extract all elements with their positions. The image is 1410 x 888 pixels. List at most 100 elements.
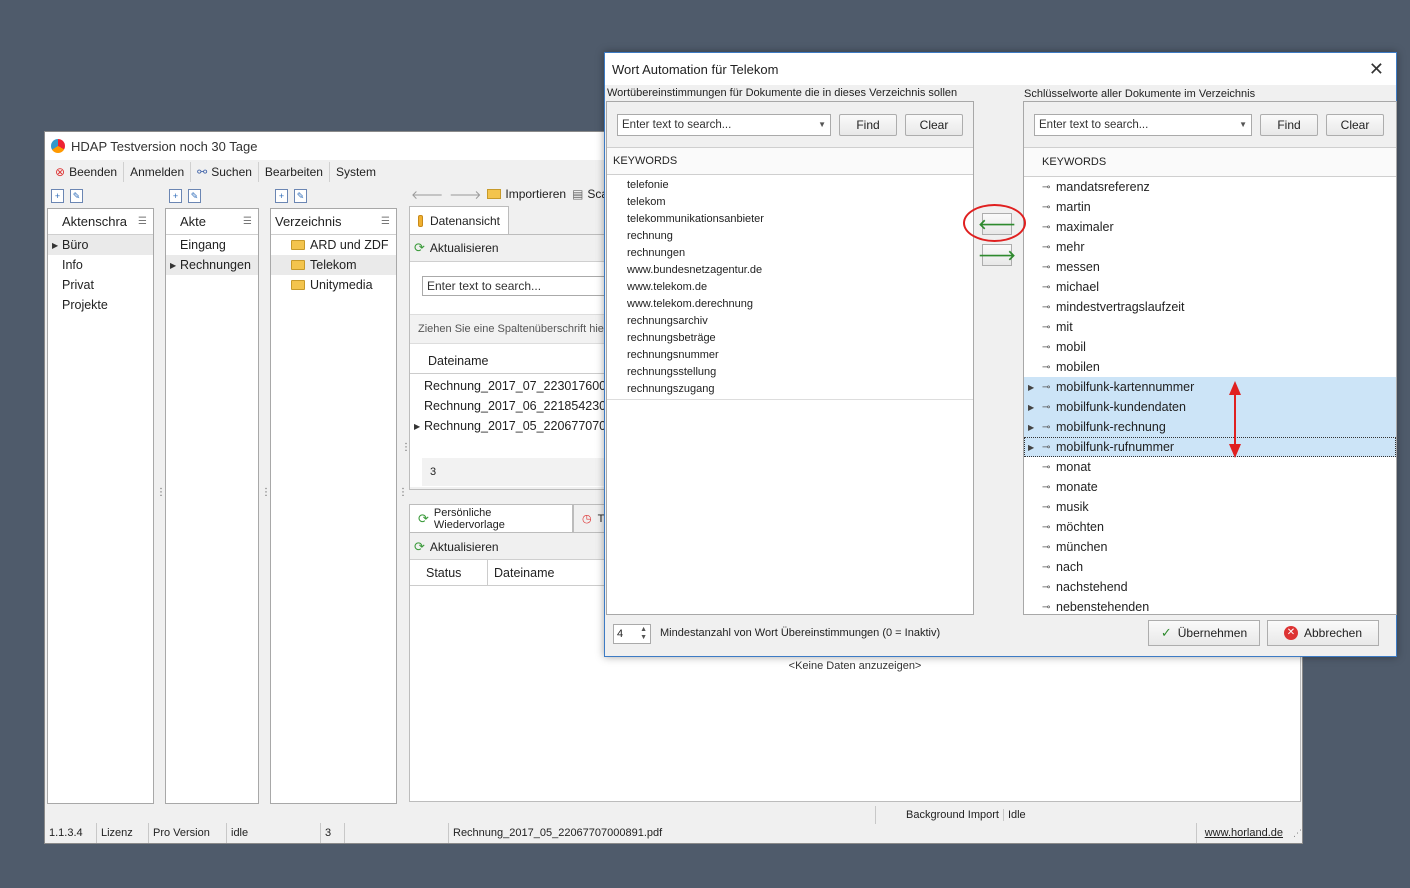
right-clear-button[interactable]: Clear: [1326, 113, 1384, 136]
column-status[interactable]: Status: [410, 560, 488, 585]
left-find-button[interactable]: Find: [839, 113, 897, 136]
menu-beenden[interactable]: ⊗ Beenden: [49, 162, 125, 182]
menu-anmelden[interactable]: Anmelden: [124, 162, 192, 182]
right-keyword-item[interactable]: ⊸ maximaler: [1024, 217, 1396, 237]
cancel-button[interactable]: ✕ Abbrechen: [1267, 620, 1379, 646]
folder-icon: [291, 280, 305, 290]
splitter-handle[interactable]: ⋮: [398, 487, 408, 498]
left-keywords-column[interactable]: KEYWORDS: [607, 148, 973, 175]
akte-item[interactable]: ▶ Rechnungen: [166, 255, 258, 275]
close-icon[interactable]: ✕: [1369, 59, 1384, 80]
left-keyword-item[interactable]: rechnungsstellung: [607, 363, 973, 380]
verzeichnis-item[interactable]: Unitymedia: [271, 275, 396, 295]
right-keyword-item[interactable]: ⊸ mobil: [1024, 337, 1396, 357]
left-keyword-item[interactable]: telekommunikationsanbieter: [607, 210, 973, 227]
left-clear-button[interactable]: Clear: [905, 113, 963, 136]
key-icon: ⊸: [1042, 541, 1051, 553]
aktenschrank-item[interactable]: Projekte: [48, 295, 153, 315]
left-keyword-item[interactable]: rechnungen: [607, 244, 973, 261]
splitter-handle[interactable]: ⋮: [261, 487, 271, 498]
main-toolbar: 🡐 🡒 Importieren ▤Scanne: [411, 184, 628, 204]
chevron-up-icon[interactable]: ▲: [640, 626, 647, 634]
refresh-icon: ⟳: [414, 240, 425, 255]
right-keyword-item[interactable]: ⊸ monat: [1024, 457, 1396, 477]
right-keyword-item[interactable]: ⊸ möchten: [1024, 517, 1396, 537]
right-keyword-item[interactable]: ⊸ münchen: [1024, 537, 1396, 557]
add-icon[interactable]: +: [169, 189, 182, 203]
aktenschrank-header[interactable]: Aktenschra ☰: [48, 209, 153, 235]
menu-bearbeiten[interactable]: Bearbeiten: [259, 162, 330, 182]
right-keyword-item[interactable]: ⊸ mandatsreferenz: [1024, 177, 1396, 197]
refresh-button[interactable]: ⟳ Aktualisieren: [414, 537, 499, 557]
right-keyword-item[interactable]: ⊸ mindestvertragslaufzeit: [1024, 297, 1396, 317]
right-keyword-item[interactable]: ▶ ⊸ mobilfunk-kartennummer: [1024, 377, 1396, 397]
edit-icon[interactable]: ✎: [294, 189, 307, 203]
back-icon[interactable]: 🡐: [411, 187, 443, 202]
keyword-text: mindestvertragslaufzeit: [1056, 300, 1185, 314]
left-keyword-item[interactable]: www.telekom.derechnung: [607, 295, 973, 312]
verzeichnis-item[interactable]: ARD und ZDF: [271, 235, 396, 255]
right-keyword-item[interactable]: ⊸ nebenstehenden: [1024, 597, 1396, 614]
column-dateiname[interactable]: Dateiname: [488, 560, 554, 585]
left-keyword-item[interactable]: rechnungsbeträge: [607, 329, 973, 346]
resize-grip-icon[interactable]: ⋰: [1287, 828, 1302, 839]
keyword-text: nachstehend: [1056, 580, 1128, 594]
left-keyword-item[interactable]: telekom: [607, 193, 973, 210]
row-indicator-icon: ▶: [1028, 422, 1035, 432]
right-search-input[interactable]: Enter text to search... ▼: [1034, 113, 1252, 136]
keyword-text: monat: [1056, 460, 1091, 474]
right-keyword-item[interactable]: ▶ ⊸ mobilfunk-kundendaten: [1024, 397, 1396, 417]
right-keyword-item[interactable]: ⊸ musik: [1024, 497, 1396, 517]
verzeichnis-item[interactable]: Telekom: [271, 255, 396, 275]
min-match-stepper[interactable]: 4 ▲ ▼: [613, 624, 651, 644]
import-button[interactable]: Importieren: [487, 187, 566, 201]
akte-item[interactable]: Eingang: [166, 235, 258, 255]
tab-datenansicht[interactable]: Datenansicht: [409, 206, 509, 234]
apply-button[interactable]: ✓ Übernehmen: [1148, 620, 1260, 646]
refresh-button[interactable]: ⟳ Aktualisieren: [414, 238, 499, 258]
aktenschrank-item[interactable]: Privat: [48, 275, 153, 295]
akte-header[interactable]: Akte ☰: [166, 209, 258, 235]
menu-system[interactable]: System: [330, 162, 382, 182]
key-icon: ⊸: [1042, 601, 1051, 613]
left-keyword-item[interactable]: www.telekom.de: [607, 278, 973, 295]
left-keyword-item[interactable]: rechnung: [607, 227, 973, 244]
move-right-button[interactable]: 🡒: [978, 244, 1016, 266]
right-keyword-item[interactable]: ⊸ nach: [1024, 557, 1396, 577]
verzeichnis-header[interactable]: Verzeichnis ☰: [271, 209, 396, 235]
status-link[interactable]: www.horland.de: [1197, 823, 1287, 843]
right-keyword-item[interactable]: ⊸ mehr: [1024, 237, 1396, 257]
status-license[interactable]: Lizenz: [97, 823, 149, 843]
right-keywords-column[interactable]: KEYWORDS: [1024, 148, 1396, 177]
right-keyword-item[interactable]: ⊸ monate: [1024, 477, 1396, 497]
splitter-handle[interactable]: ⋮: [156, 487, 166, 498]
right-keyword-item[interactable]: ▶ ⊸ mobilfunk-rechnung: [1024, 417, 1396, 437]
left-keyword-item[interactable]: rechnungsarchiv: [607, 312, 973, 329]
left-keyword-item[interactable]: www.bundesnetzagentur.de: [607, 261, 973, 278]
splitter-handle[interactable]: ⋮: [401, 442, 411, 453]
left-search-input[interactable]: Enter text to search... ▼: [617, 113, 831, 136]
min-match-label: Mindestanzahl von Wort Übereinstimmungen…: [660, 627, 941, 639]
right-keyword-item[interactable]: ⊸ michael: [1024, 277, 1396, 297]
edit-icon[interactable]: ✎: [188, 189, 201, 203]
aktenschrank-item[interactable]: Info: [48, 255, 153, 275]
tab-wiedervorlage[interactable]: ⟳ Persönliche Wiedervorlage: [409, 504, 573, 532]
edit-icon[interactable]: ✎: [70, 189, 83, 203]
key-icon: ⊸: [1042, 201, 1051, 213]
left-keyword-item[interactable]: rechnungszugang: [607, 380, 973, 397]
add-icon[interactable]: +: [275, 189, 288, 203]
aktenschrank-item[interactable]: ▶ Büro: [48, 235, 153, 255]
right-keyword-item[interactable]: ⊸ martin: [1024, 197, 1396, 217]
right-keyword-item[interactable]: ⊸ nachstehend: [1024, 577, 1396, 597]
forward-icon[interactable]: 🡒: [449, 187, 481, 202]
right-find-button[interactable]: Find: [1260, 113, 1318, 136]
right-keyword-item[interactable]: ⊸ messen: [1024, 257, 1396, 277]
left-keyword-item[interactable]: telefonie: [607, 176, 973, 193]
right-keyword-item[interactable]: ⊸ mobilen: [1024, 357, 1396, 377]
menu-suchen[interactable]: ⚯ Suchen: [191, 162, 259, 182]
right-keyword-item[interactable]: ▶ ⊸ mobilfunk-rufnummer: [1024, 437, 1396, 457]
right-keyword-item[interactable]: ⊸ mit: [1024, 317, 1396, 337]
left-keyword-item[interactable]: rechnungsnummer: [607, 346, 973, 363]
chevron-down-icon[interactable]: ▼: [640, 634, 647, 642]
add-icon[interactable]: +: [51, 189, 64, 203]
